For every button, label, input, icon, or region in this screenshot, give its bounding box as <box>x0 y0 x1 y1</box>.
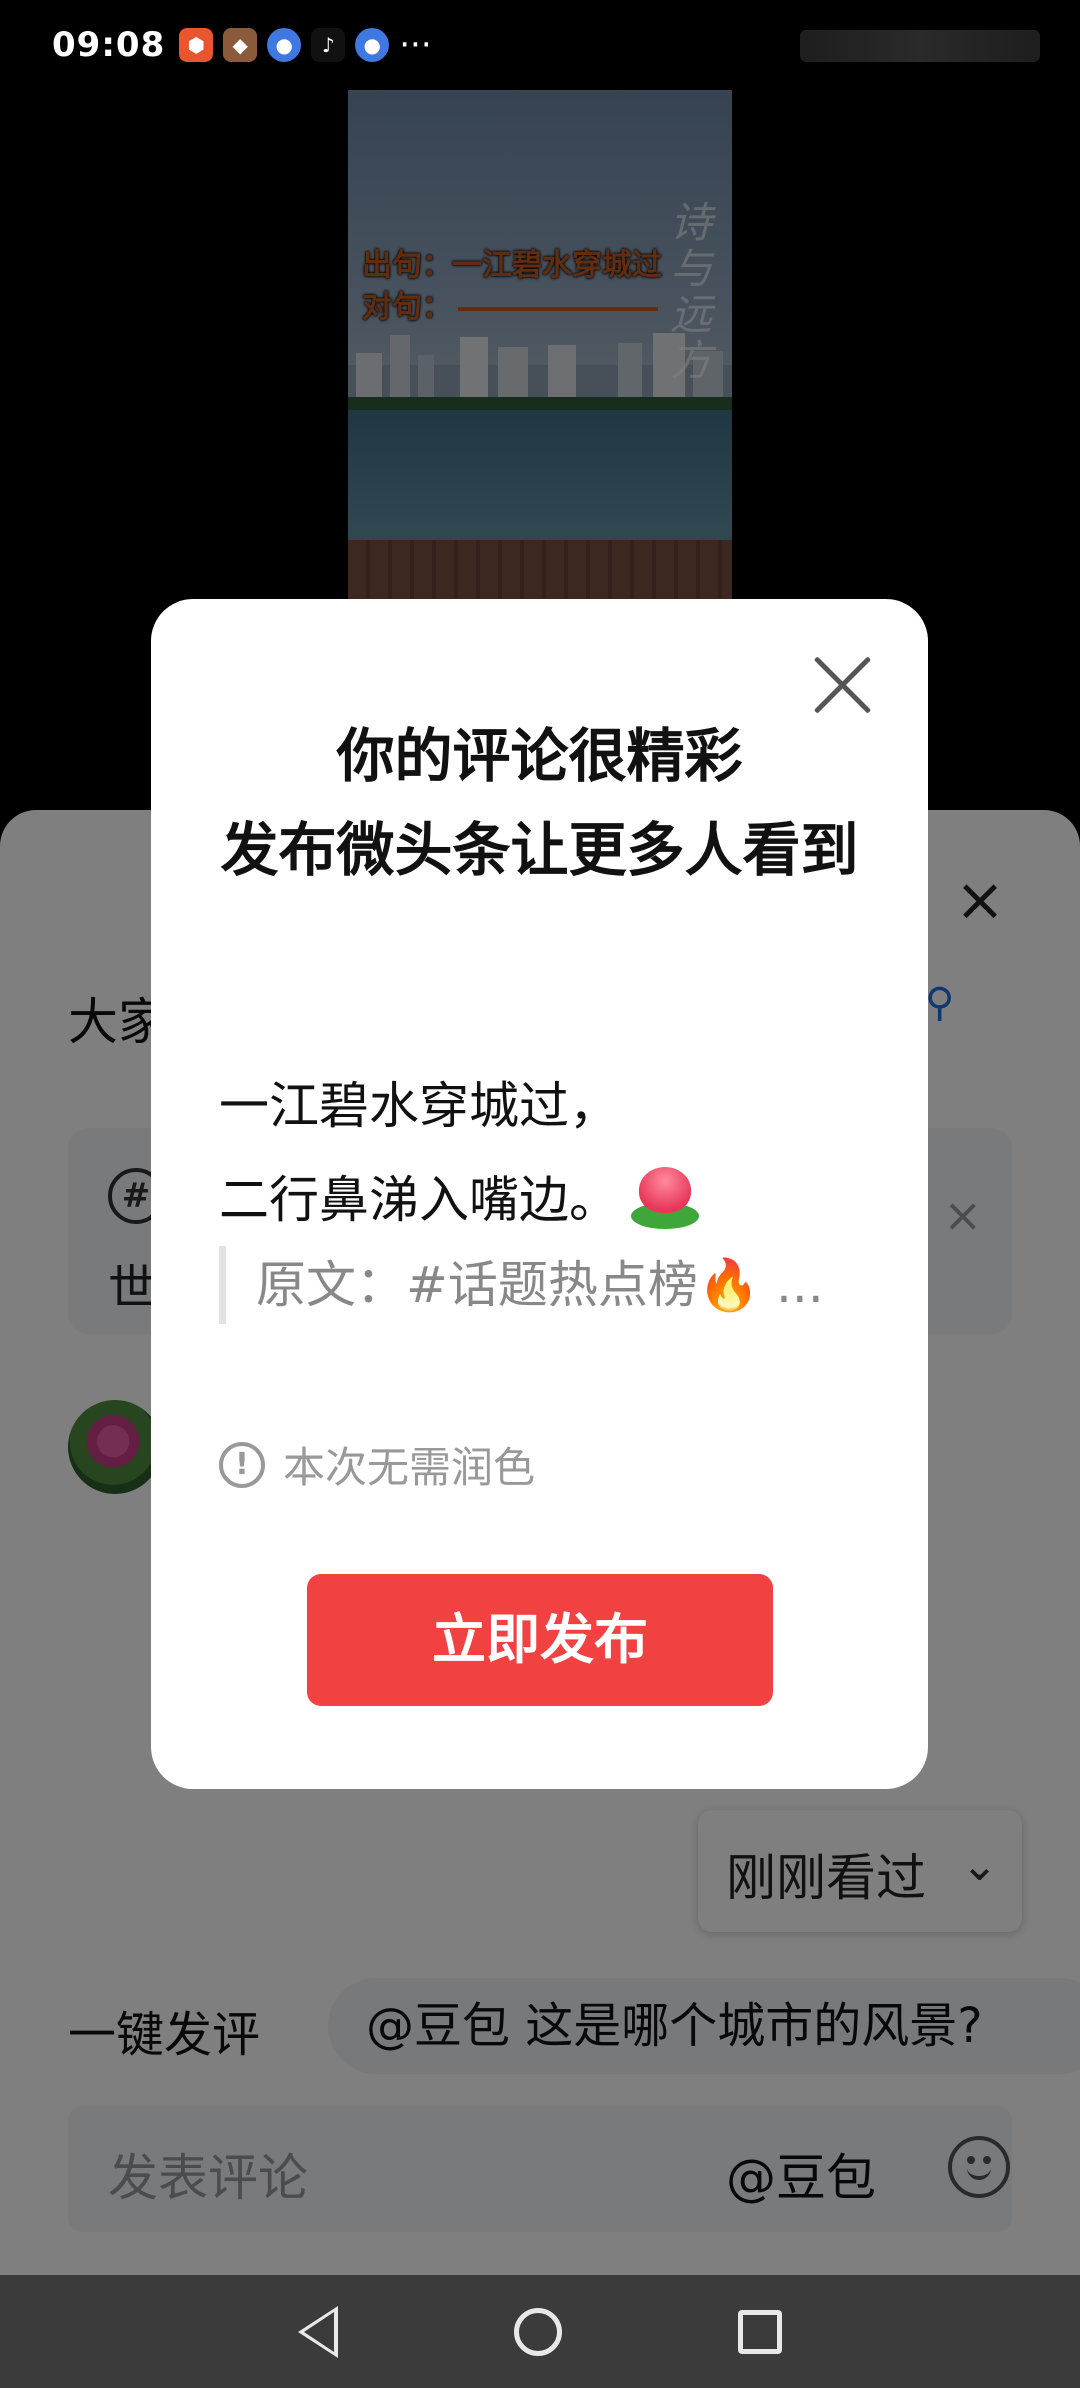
screen: 09:08 ⬢ ◆ ● ♪ ● ··· 你的评论很精彩 发布微头条让更多人看到 … <box>0 0 1080 2388</box>
original-post-quote: 原文：#话题热点榜🔥 ... <box>219 1246 839 1324</box>
back-icon[interactable] <box>298 2305 338 2358</box>
dialog-title-line1: 你的评论很精彩 <box>336 722 743 790</box>
system-nav-bar <box>0 2275 1080 2388</box>
polish-hint-text: 本次无需润色 <box>283 1443 536 1492</box>
info-icon: ! <box>219 1441 265 1488</box>
app-icon: ◆ <box>223 28 258 62</box>
dialog-title: 你的评论很精彩 发布微头条让更多人看到 <box>211 709 868 897</box>
browser-icon: ● <box>355 28 390 62</box>
recents-icon[interactable] <box>738 2309 782 2354</box>
tulip-emoji-icon <box>629 1167 701 1231</box>
tiktok-icon: ♪ <box>311 28 346 62</box>
status-bar: 09:08 ⬢ ◆ ● ♪ ● ··· <box>0 0 1080 90</box>
comment-line-2-wrap: 二行鼻涕入嘴边。 <box>219 1153 859 1247</box>
publish-dialog: 你的评论很精彩 发布微头条让更多人看到 一江碧水穿城过， 二行鼻涕入嘴边。 原文… <box>151 599 928 1789</box>
comment-line-1: 一江碧水穿城过， <box>219 1077 619 1135</box>
home-icon[interactable] <box>514 2307 562 2356</box>
notification-icons: ⬢ ◆ ● ♪ ● ··· <box>179 25 432 65</box>
status-time: 09:08 <box>52 25 166 65</box>
comment-line-2: 二行鼻涕入嘴边。 <box>219 1171 619 1229</box>
comment-preview: 一江碧水穿城过， 二行鼻涕入嘴边。 <box>219 1059 859 1247</box>
dialog-title-line2: 发布微头条让更多人看到 <box>220 816 859 884</box>
status-indicators <box>800 30 1040 62</box>
app-icon: ⬢ <box>179 28 214 62</box>
publish-now-button[interactable]: 立即发布 <box>307 1574 773 1706</box>
browser-icon: ● <box>267 28 302 62</box>
more-notifications-icon: ··· <box>399 25 432 65</box>
polish-hint: ! 本次无需润色 <box>219 1434 535 1495</box>
